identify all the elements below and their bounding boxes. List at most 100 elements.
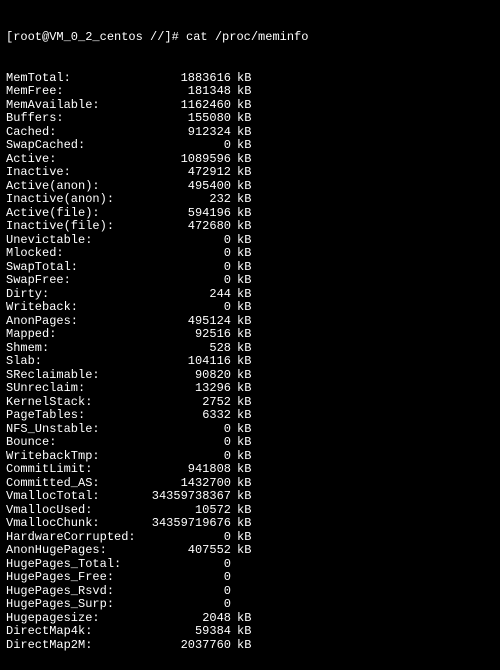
meminfo-value: 155080 (141, 112, 231, 126)
meminfo-unit: kB (231, 247, 251, 261)
meminfo-row: Committed_AS:1432700kB (6, 477, 494, 491)
meminfo-key: AnonHugePages: (6, 544, 141, 558)
meminfo-value: 0 (141, 571, 231, 585)
meminfo-row: Buffers:155080kB (6, 112, 494, 126)
meminfo-row: AnonPages:495124kB (6, 315, 494, 329)
meminfo-unit: kB (231, 261, 251, 275)
meminfo-unit: kB (231, 153, 251, 167)
meminfo-unit: kB (231, 531, 251, 545)
meminfo-value: 90820 (141, 369, 231, 383)
meminfo-value: 0 (141, 423, 231, 437)
meminfo-row: HugePages_Rsvd:0 (6, 585, 494, 599)
meminfo-row: Hugepagesize:2048kB (6, 612, 494, 626)
meminfo-value: 59384 (141, 625, 231, 639)
meminfo-key: Inactive(file): (6, 220, 141, 234)
meminfo-unit: kB (231, 450, 251, 464)
meminfo-unit: kB (231, 504, 251, 518)
meminfo-row: SwapCached:0kB (6, 139, 494, 153)
meminfo-key: PageTables: (6, 409, 141, 423)
meminfo-value: 941808 (141, 463, 231, 477)
meminfo-unit: kB (231, 166, 251, 180)
meminfo-unit: kB (231, 517, 251, 531)
meminfo-key: SwapCached: (6, 139, 141, 153)
meminfo-unit: kB (231, 288, 251, 302)
meminfo-value: 1432700 (141, 477, 231, 491)
meminfo-key: Slab: (6, 355, 141, 369)
meminfo-key: Mlocked: (6, 247, 141, 261)
meminfo-value: 0 (141, 450, 231, 464)
meminfo-row: PageTables:6332kB (6, 409, 494, 423)
meminfo-key: HugePages_Total: (6, 558, 141, 572)
meminfo-row: HardwareCorrupted:0kB (6, 531, 494, 545)
meminfo-row: Inactive(anon):232kB (6, 193, 494, 207)
meminfo-row: SwapTotal:0kB (6, 261, 494, 275)
meminfo-key: Buffers: (6, 112, 141, 126)
meminfo-row: WritebackTmp:0kB (6, 450, 494, 464)
meminfo-row: HugePages_Total:0 (6, 558, 494, 572)
meminfo-value: 34359738367 (141, 490, 231, 504)
meminfo-key: Hugepagesize: (6, 612, 141, 626)
meminfo-unit: kB (231, 382, 251, 396)
meminfo-row: VmallocUsed:10572kB (6, 504, 494, 518)
meminfo-unit: kB (231, 328, 251, 342)
meminfo-row: Active:1089596kB (6, 153, 494, 167)
meminfo-key: Inactive: (6, 166, 141, 180)
meminfo-unit: kB (231, 639, 251, 653)
meminfo-row: Cached:912324kB (6, 126, 494, 140)
meminfo-key: Dirty: (6, 288, 141, 302)
meminfo-key: WritebackTmp: (6, 450, 141, 464)
meminfo-unit: kB (231, 180, 251, 194)
meminfo-unit: kB (231, 126, 251, 140)
meminfo-row: Slab:104116kB (6, 355, 494, 369)
meminfo-row: Active(file):594196kB (6, 207, 494, 221)
meminfo-row: AnonHugePages:407552kB (6, 544, 494, 558)
meminfo-value: 34359719676 (141, 517, 231, 531)
meminfo-row: Dirty:244kB (6, 288, 494, 302)
meminfo-key: MemFree: (6, 85, 141, 99)
meminfo-key: Writeback: (6, 301, 141, 315)
meminfo-key: SwapTotal: (6, 261, 141, 275)
meminfo-value: 0 (141, 247, 231, 261)
shell-prompt: [root@VM_0_2_centos //]# cat /proc/memin… (6, 31, 494, 45)
meminfo-value: 495400 (141, 180, 231, 194)
meminfo-value: 1162460 (141, 99, 231, 113)
meminfo-key: Mapped: (6, 328, 141, 342)
terminal-output: [root@VM_0_2_centos //]# cat /proc/memin… (0, 0, 500, 670)
meminfo-value: 0 (141, 531, 231, 545)
meminfo-row: HugePages_Surp:0 (6, 598, 494, 612)
meminfo-key: Unevictable: (6, 234, 141, 248)
meminfo-value: 6332 (141, 409, 231, 423)
meminfo-row: Inactive(file):472680kB (6, 220, 494, 234)
meminfo-key: MemAvailable: (6, 99, 141, 113)
meminfo-value: 232 (141, 193, 231, 207)
meminfo-unit: kB (231, 72, 251, 86)
meminfo-row: Writeback:0kB (6, 301, 494, 315)
meminfo-key: CommitLimit: (6, 463, 141, 477)
meminfo-unit: kB (231, 463, 251, 477)
meminfo-key: Shmem: (6, 342, 141, 356)
meminfo-key: HugePages_Surp: (6, 598, 141, 612)
meminfo-unit: kB (231, 396, 251, 410)
meminfo-row: SReclaimable:90820kB (6, 369, 494, 383)
meminfo-row: DirectMap4k:59384kB (6, 625, 494, 639)
meminfo-unit: kB (231, 477, 251, 491)
meminfo-unit: kB (231, 112, 251, 126)
meminfo-unit: kB (231, 193, 251, 207)
meminfo-unit: kB (231, 436, 251, 450)
meminfo-row: Active(anon):495400kB (6, 180, 494, 194)
meminfo-unit: kB (231, 315, 251, 329)
meminfo-row: Unevictable:0kB (6, 234, 494, 248)
meminfo-unit: kB (231, 625, 251, 639)
meminfo-value: 0 (141, 301, 231, 315)
meminfo-value: 0 (141, 585, 231, 599)
meminfo-row: Mapped:92516kB (6, 328, 494, 342)
meminfo-row: Bounce:0kB (6, 436, 494, 450)
meminfo-value: 495124 (141, 315, 231, 329)
meminfo-key: Bounce: (6, 436, 141, 450)
meminfo-unit: kB (231, 99, 251, 113)
meminfo-row: Mlocked:0kB (6, 247, 494, 261)
meminfo-value: 104116 (141, 355, 231, 369)
meminfo-table: MemTotal:1883616kBMemFree:181348kBMemAva… (6, 72, 494, 653)
meminfo-value: 92516 (141, 328, 231, 342)
meminfo-value: 528 (141, 342, 231, 356)
